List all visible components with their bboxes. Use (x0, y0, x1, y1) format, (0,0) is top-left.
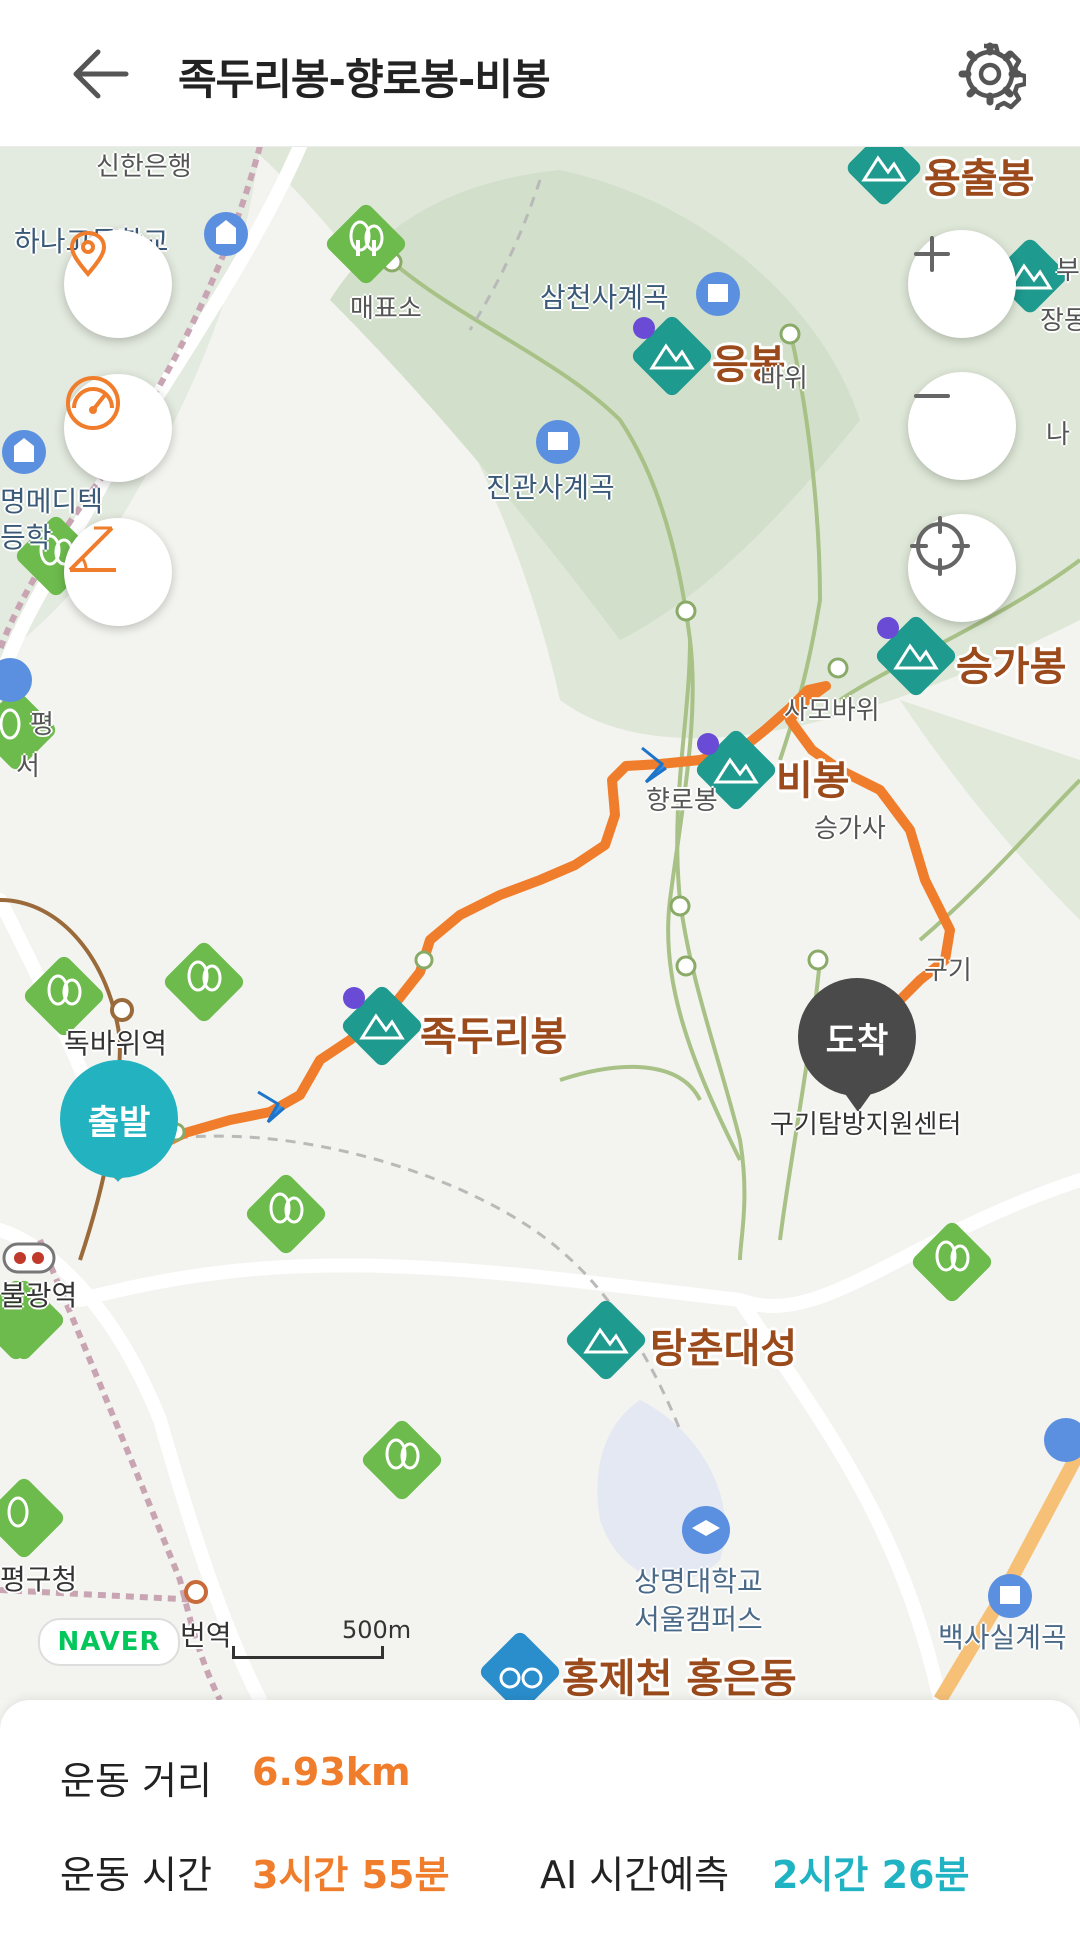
distance-value: 6.93km (252, 1750, 411, 1794)
ai-time-value: 2시간 26분 (772, 1853, 970, 1897)
zoom-out-icon (914, 394, 950, 398)
map-label-samo: 사모바위 (784, 696, 880, 726)
poi-label-sangmyung-campus: 서울캠퍼스 (634, 1603, 763, 1636)
time-label: 운동 시간 (60, 1853, 212, 1897)
map-label-ledge-left4: 서 (16, 752, 40, 782)
speed-button[interactable] (64, 374, 172, 482)
map-label-seungga: 승가사 (814, 814, 886, 844)
map-label-gugi: 구기 (924, 956, 972, 986)
current-location-button[interactable] (908, 514, 1016, 622)
start-pin[interactable]: 출발 (60, 1060, 178, 1178)
poi-label-sangmyung: 상명대학교 (634, 1565, 763, 1598)
time-value: 3시간 55분 (252, 1853, 450, 1897)
map-view[interactable]: 신한은행 용출봉 하나고등학교 매표소 삼천사계곡 장동암문 부 응봉 바위 나… (0, 146, 1080, 1700)
poi-label-hongje: 홍제천 홍은동 (562, 1656, 797, 1700)
back-button[interactable] (62, 40, 142, 110)
naver-logo: NAVER (38, 1618, 180, 1666)
settings-button[interactable] (954, 38, 1028, 115)
slope-button[interactable] (64, 518, 172, 626)
poi-label-jingwansa: 진관사계곡 (486, 471, 615, 504)
peak-label-jokduribong: 족두리봉 (420, 1014, 568, 1060)
map-label-beonyeok: 번역 (180, 1619, 232, 1652)
end-pin[interactable]: 도착 (798, 978, 916, 1096)
peak-label-tangchundaeseong: 탕춘대성 (650, 1326, 798, 1372)
map-label-bawi: 바위 (760, 364, 808, 394)
ai-time-label: AI 시간예측 (540, 1853, 730, 1897)
gps-target-icon (910, 516, 970, 576)
app-header: 족두리봉-향로봉-비봉 (0, 0, 1080, 147)
poi-label-top-cut: 신한은행 (96, 152, 192, 182)
speedometer-icon (66, 376, 120, 430)
map-label-hyangro: 향로봉 (646, 786, 718, 816)
map-label-edge-right1: 나 (1046, 420, 1070, 450)
map-label-ledge-left3: 평 (30, 710, 54, 740)
poi-label-maepyoso: 매표소 (350, 294, 422, 324)
map-scale-bar (232, 1646, 384, 1659)
map-label-guam: 구기탐방지원센터 (770, 1110, 962, 1140)
poi-label-baeksasil: 백사실계곡 (938, 1621, 1067, 1654)
page-title: 족두리봉-향로봉-비봉 (178, 55, 551, 104)
zoom-out-button[interactable] (908, 372, 1016, 480)
map-label-gucheong: 평구청 (0, 1563, 78, 1596)
peak-label-seunggabong: 승가봉 (956, 644, 1067, 690)
map-label-ledge-left1: 명메디텍 (0, 485, 104, 518)
back-arrow-icon (73, 49, 129, 99)
zoom-in-button[interactable] (908, 230, 1016, 338)
map-scale-label: 500m (342, 1616, 412, 1644)
map-label-dokbawi: 독바위역 (64, 1027, 168, 1060)
location-button[interactable] (64, 230, 172, 338)
zoom-in-icon (914, 236, 950, 272)
settings-gear-icon (958, 42, 1028, 115)
slope-icon (68, 526, 116, 572)
map-label-edge-right2: 장동암문 (1040, 306, 1080, 336)
peak-label-yongchulbong: 용출봉 (924, 156, 1035, 202)
map-label-bulgwang: 불광역 (0, 1279, 78, 1312)
location-pin-icon (69, 230, 107, 278)
stats-panel: 운동 거리 6.93km 운동 시간 3시간 55분 AI 시간예측 2시간 2… (0, 1700, 1080, 1958)
peak-label-bibong: 비봉 (776, 758, 850, 804)
distance-label: 운동 거리 (60, 1759, 212, 1803)
map-label-ledge-left2: 등학 (0, 521, 52, 554)
poi-label-samcheonsa: 삼천사계곡 (540, 281, 669, 314)
map-label-edge-right3: 부 (1056, 256, 1080, 286)
